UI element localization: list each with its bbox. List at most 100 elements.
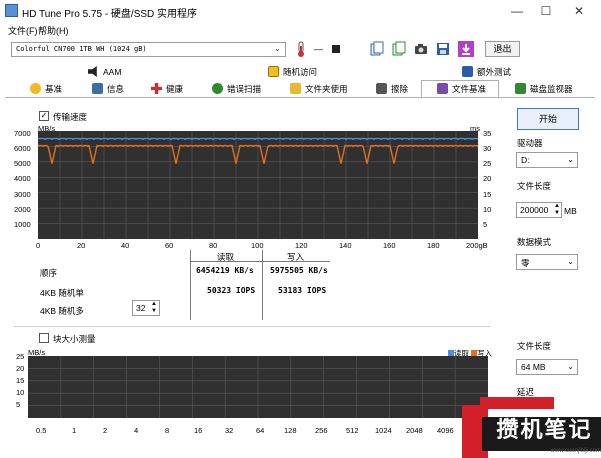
start-button[interactable]: 开始 <box>517 108 579 130</box>
disk-monitor-icon <box>515 83 526 94</box>
random-access-icon <box>268 66 279 77</box>
4k-single-write-value: 53183 IOPS <box>278 286 327 295</box>
copy-icon[interactable] <box>370 41 384 57</box>
block-x-tick: 512 <box>346 426 359 435</box>
col-read-header: 读取 <box>217 252 235 262</box>
exit-button[interactable]: 退出 <box>485 41 520 57</box>
row-label-sequential: 顺序 <box>40 268 58 278</box>
block-file-length-select[interactable]: 64 MB ⌄ <box>516 359 578 375</box>
tab-extra-tests[interactable]: 额外测试 <box>462 65 511 80</box>
lightbulb-icon <box>30 83 41 94</box>
transfer-rate-checkbox[interactable]: ✓ <box>39 111 49 121</box>
chevron-down-icon: ⌄ <box>567 257 574 266</box>
thermometer-icon <box>296 41 310 57</box>
chevron-down-icon: ⌄ <box>274 44 281 53</box>
watermark-logo: 攒机笔记 www.cuanjibiji.com <box>462 397 601 458</box>
y-tick-left: 1000 <box>14 220 31 229</box>
y-tick-left: 4000 <box>14 174 31 183</box>
y-tick-right: 10 <box>483 205 492 214</box>
menu-file[interactable]: 文件(F) <box>8 24 38 37</box>
sequential-write-value: 5975505 KB/s <box>270 266 328 275</box>
file-length-input[interactable]: 200000 ▲ ▼ <box>516 202 562 218</box>
copy-all-icon[interactable] <box>392 41 406 57</box>
y-tick-right: 35 <box>483 129 492 138</box>
block-x-tick: 0.5 <box>36 426 47 435</box>
data-mode-select[interactable]: 零 ⌄ <box>516 254 578 270</box>
section-divider <box>14 326 490 327</box>
x-tick: 80 <box>209 241 218 250</box>
block-y-tick: 15 <box>16 376 25 385</box>
block-file-length-label: 文件长度 <box>517 341 552 351</box>
tab-aam[interactable]: AAM <box>88 65 121 80</box>
app-icon <box>5 4 18 17</box>
x-tick: 200gB <box>466 241 488 250</box>
tab-folder-usage[interactable]: 文件夹使用 <box>290 82 348 97</box>
drive-select[interactable]: Colorful CN700 1TB WH (1024 gB) <box>11 42 286 57</box>
y-tick-right: 20 <box>483 174 492 183</box>
block-x-tick: 16 <box>194 426 203 435</box>
minimize-button[interactable]: — <box>508 3 526 19</box>
magnifier-icon <box>212 83 223 94</box>
file-benchmark-icon <box>437 83 448 94</box>
camera-icon[interactable] <box>414 41 428 57</box>
x-tick: 140 <box>339 241 352 250</box>
transfer-rate-label: 传输速度 <box>53 112 88 122</box>
tab-disk-monitor[interactable]: 磁盘监视器 <box>515 82 573 97</box>
table-divider <box>190 261 330 262</box>
block-size-label: 块大小测量 <box>53 334 96 344</box>
transfer-rate-graph <box>38 131 478 239</box>
chevron-down-icon: ⌄ <box>567 362 574 371</box>
x-tick: 160 <box>383 241 396 250</box>
x-tick: 120 <box>295 241 308 250</box>
block-size-checkbox[interactable] <box>39 333 49 343</box>
download-icon[interactable] <box>458 41 474 57</box>
queue-depth-spinner[interactable]: 32 ▲ ▼ <box>132 300 160 316</box>
watermark-text: 攒机笔记 <box>496 418 593 443</box>
y-tick-right: 25 <box>483 159 492 168</box>
tab-erase[interactable]: 擦除 <box>376 82 408 97</box>
chevron-down-icon: ⌄ <box>567 155 574 164</box>
x-tick: 0 <box>36 241 41 250</box>
tab-file-benchmark[interactable]: 文件基准 <box>437 82 486 97</box>
4k-single-read-value: 50323 IOPS <box>207 286 256 295</box>
speaker-icon <box>88 66 97 77</box>
block-y-tick: 5 <box>16 400 21 409</box>
block-y-tick: 10 <box>16 388 25 397</box>
trash-icon <box>376 83 387 94</box>
maximize-button[interactable]: ☐ <box>537 3 555 19</box>
save-icon[interactable] <box>436 41 450 57</box>
drive-letter-select[interactable]: D: ⌄ <box>516 152 578 168</box>
block-x-tick: 4 <box>134 426 139 435</box>
file-length-unit: MB <box>564 206 577 216</box>
row-label-4k-multi: 4KB 随机多 <box>40 306 84 316</box>
spinner-arrows-icon[interactable]: ▲ ▼ <box>554 203 560 217</box>
block-x-tick: 4096 <box>437 426 454 435</box>
block-x-tick: 128 <box>284 426 297 435</box>
block-y-tick: 20 <box>16 364 25 373</box>
x-tick: 20 <box>77 241 86 250</box>
spinner-arrows-icon[interactable]: ▲ ▼ <box>151 301 157 315</box>
block-x-tick: 8 <box>165 426 170 435</box>
close-button[interactable]: ✕ <box>570 3 588 19</box>
y-tick-left: 3000 <box>14 190 31 199</box>
y-tick-left: 7000 <box>14 129 31 138</box>
menu-help[interactable]: 帮助(H) <box>38 24 69 37</box>
x-tick: 40 <box>121 241 130 250</box>
y-tick-right: 30 <box>483 144 492 153</box>
window-title: HD Tune Pro 5.75 - 硬盘/SSD 实用程序 <box>22 9 198 20</box>
data-mode-label: 数据模式 <box>517 237 552 247</box>
watermark-url: www.cuanjibiji.com <box>550 448 601 454</box>
y-tick-right: 5 <box>483 220 488 229</box>
health-cross-icon <box>151 83 162 94</box>
file-length-label: 文件长度 <box>517 181 552 191</box>
block-x-tick: 1024 <box>375 426 392 435</box>
block-y-tick: 25 <box>16 352 25 361</box>
tab-benchmark[interactable]: 基准 <box>30 82 62 97</box>
block-x-tick: 256 <box>315 426 328 435</box>
tab-error-scan[interactable]: 错误扫描 <box>212 82 261 97</box>
tab-random-access[interactable]: 随机访问 <box>268 65 317 80</box>
tab-info[interactable]: 信息 <box>92 82 124 97</box>
x-tick: 60 <box>165 241 174 250</box>
tab-health[interactable]: 健康 <box>151 82 183 97</box>
extra-tests-icon <box>462 66 473 77</box>
